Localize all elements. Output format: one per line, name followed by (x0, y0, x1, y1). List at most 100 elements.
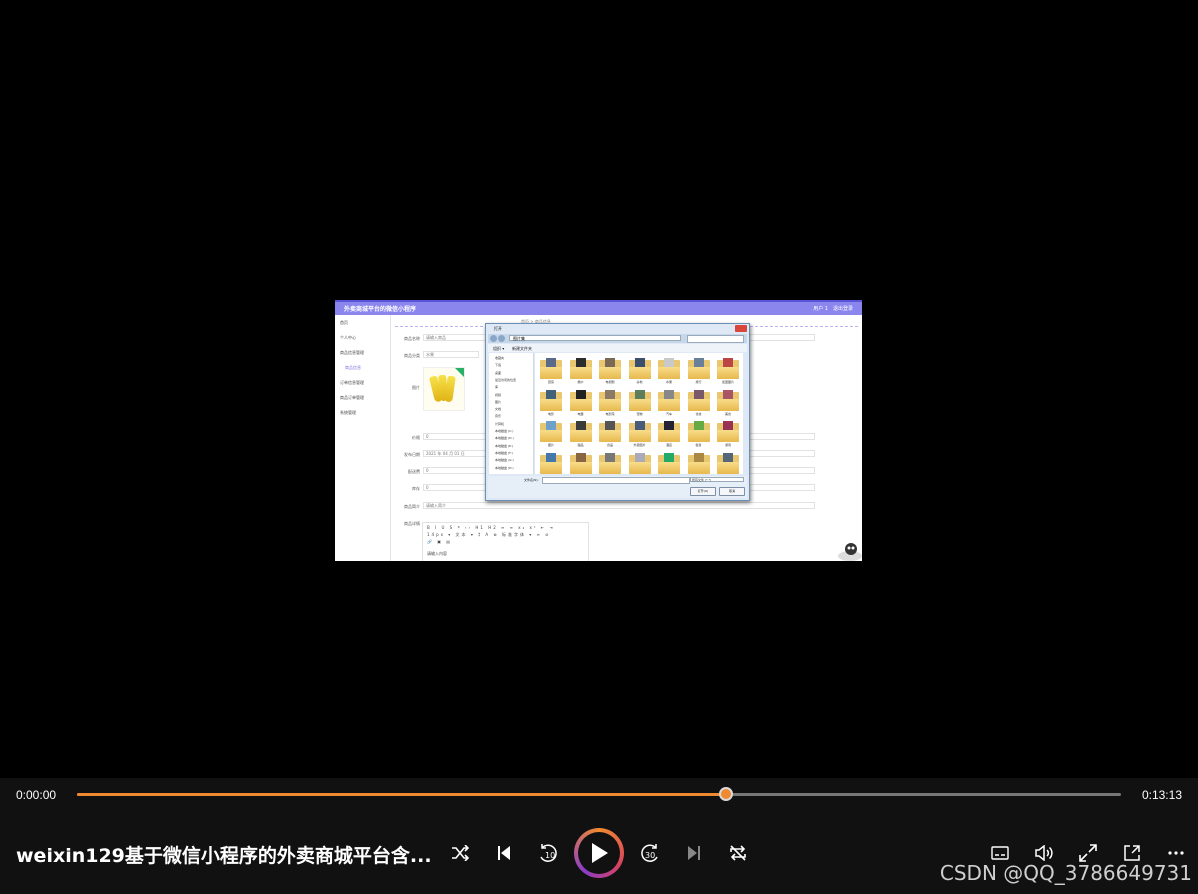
dialog-file-grid: 蔬菜 婚纱 电视剧 房地 水果 旅行 加盟图片 电影 电器 电影院 宠物 汽车 化妆 美食 图片 甜品 食品 外卖… (535, 353, 743, 474)
back-icon (490, 335, 497, 342)
video-frame[interactable]: 外卖商城平台的微信小程序 用户 1 退出登录 首页 个人中心 商品信息管理 商品… (335, 300, 862, 561)
folder-name: 健身 (695, 443, 702, 447)
folder-item: 健身 (687, 420, 710, 447)
folder-name: 图片 (547, 443, 554, 447)
dialog-new-folder: 新建文件夹 (512, 346, 532, 351)
folder-item: 婚纱 (569, 357, 592, 384)
watermark: CSDN @QQ_3786649731 (939, 861, 1192, 885)
frame-form-label: 商品分类 (404, 353, 420, 358)
video-title: weixin129基于微信小程序的外卖商城平台含... (16, 845, 432, 867)
dialog-address: 图片集 (509, 335, 681, 341)
forward-30-icon[interactable]: 30 (638, 841, 662, 865)
folder-item: 旅行 (687, 357, 710, 384)
folder-name: 房地 (636, 380, 643, 384)
tree-item: 下载 (495, 363, 502, 368)
folder-name: 旅行 (695, 380, 702, 384)
dialog-search-field (687, 335, 744, 343)
frame-app-title: 外卖商城平台的微信小程序 (344, 306, 417, 313)
tree-item: 收藏夹 (495, 356, 505, 360)
frame-form-label: 配送费 (408, 469, 420, 474)
folder-item: 足球 (687, 452, 710, 475)
folder-item: 游戏 (717, 420, 739, 447)
frame-logout-link: 退出登录 (832, 306, 853, 312)
skip-previous-icon[interactable] (492, 841, 516, 865)
folder-item: 甜品 (569, 420, 592, 447)
tree-item: 桌面 (495, 370, 502, 375)
frame-app-header: 外卖商城平台的微信小程序 用户 1 退出登录 (335, 300, 862, 315)
folder-name: 汽车 (665, 411, 672, 416)
folder-name: 甜品 (577, 443, 584, 447)
folder-name: 电视剧 (605, 380, 615, 384)
frame-rich-editor: B I U S ❝ ‹› H1 H2 ≡ ≡ x₂ x² ⇤ ⇥ 14px ▾ … (422, 522, 589, 561)
seek-progress (77, 793, 726, 796)
folder-item: 蔬菜 (540, 357, 562, 384)
folder-item: 酒店 (658, 420, 680, 447)
folder-item: 电视剧 (599, 357, 621, 384)
folder-name: 游戏 (724, 443, 731, 447)
folder-item: 电器 (569, 389, 592, 416)
frame-sidebar-item: 个人中心 (340, 335, 356, 340)
frame-form-label: 商品简介 (404, 504, 420, 509)
folder-item: 电影院 (599, 389, 621, 416)
folder-name: 酒店 (665, 443, 672, 447)
forward-icon (498, 335, 505, 342)
dialog-open-button: 打开(O) (690, 487, 716, 496)
folder-item: 美食 (717, 389, 739, 416)
folder-item: 加盟图片 (717, 357, 739, 384)
tree-item: 音乐 (495, 414, 502, 419)
tree-item: 最近访问的位置 (495, 377, 517, 382)
dialog-address-bar: 图片集 (488, 334, 747, 343)
player-control-bar: 0:00:00 0:13:13 weixin129基于微信小程序的外卖商城平台含… (0, 778, 1198, 894)
frame-sidebar-item: 商品信息 (345, 365, 361, 370)
folder-item: 宠物 (628, 389, 651, 416)
frame-form-label: 图片 (412, 385, 420, 390)
frame-product-image (423, 367, 465, 411)
frame-sidebar-item: 商品信息管理 (340, 350, 364, 355)
dialog-organize: 组织 ▾ (493, 346, 505, 351)
folder-name: 化妆 (695, 411, 702, 416)
folder-item: 公寓 (540, 452, 562, 475)
tree-item: 视频 (495, 392, 502, 397)
total-time: 0:13:13 (1141, 788, 1182, 802)
frame-sidebar-item: 订单信息管理 (340, 380, 364, 385)
frame-form-label: 商品名称 (404, 336, 420, 341)
folder-item: 装修 (599, 452, 621, 475)
folder-item: 篮球 (658, 452, 680, 475)
tree-item: 计算机 (495, 421, 505, 426)
mascot-sticker-icon (838, 543, 862, 561)
play-button[interactable] (574, 828, 624, 878)
folder-item: 家具 (569, 452, 592, 475)
tree-item: 库 (495, 385, 499, 390)
tree-item: 文档 (495, 407, 502, 412)
filename-label: 文件名(N): (524, 478, 539, 482)
frame-sidebar: 首页 个人中心 商品信息管理 商品信息 订单信息管理 商品订单管理 系统管理 (335, 315, 391, 561)
current-time: 0:00:00 (16, 788, 57, 802)
frame-form-label: 商品详情 (404, 521, 420, 526)
svg-text:30: 30 (645, 851, 655, 860)
shuffle-icon[interactable] (448, 841, 472, 865)
folder-name: 电影院 (605, 411, 615, 416)
frame-editor-hint: 请输入内容 (427, 551, 447, 556)
seek-bar[interactable] (77, 787, 1121, 801)
folder-name: 美食 (724, 411, 731, 416)
skip-next-icon[interactable] (682, 841, 706, 865)
rewind-10-icon[interactable]: 10 (536, 841, 560, 865)
filetype-select: 所有文件 (*.*) (690, 477, 744, 482)
tree-item: 本地磁盘 (H:) (495, 465, 514, 470)
svg-text:10: 10 (545, 851, 555, 860)
frame-form-label: 发布日期 (404, 452, 420, 457)
folder-item: 化妆 (687, 389, 710, 416)
folder-name: 食品 (606, 443, 613, 447)
folder-name: 婚纱 (577, 380, 584, 384)
repeat-icon[interactable] (726, 841, 750, 865)
frame-form-label: 价格 (412, 435, 420, 440)
tree-item: 本地磁盘 (F:) (495, 450, 513, 455)
tree-item: 本地磁盘 (D:) (495, 436, 514, 441)
seek-thumb[interactable] (718, 787, 733, 801)
folder-name: 宠物 (636, 411, 643, 416)
folder-name: 电影 (547, 411, 554, 416)
frame-form-input: 水果 (423, 351, 479, 358)
folder-name: 加盟图片 (721, 380, 734, 384)
folder-name: 电器 (577, 411, 584, 416)
dialog-title: 打开 (494, 326, 502, 331)
